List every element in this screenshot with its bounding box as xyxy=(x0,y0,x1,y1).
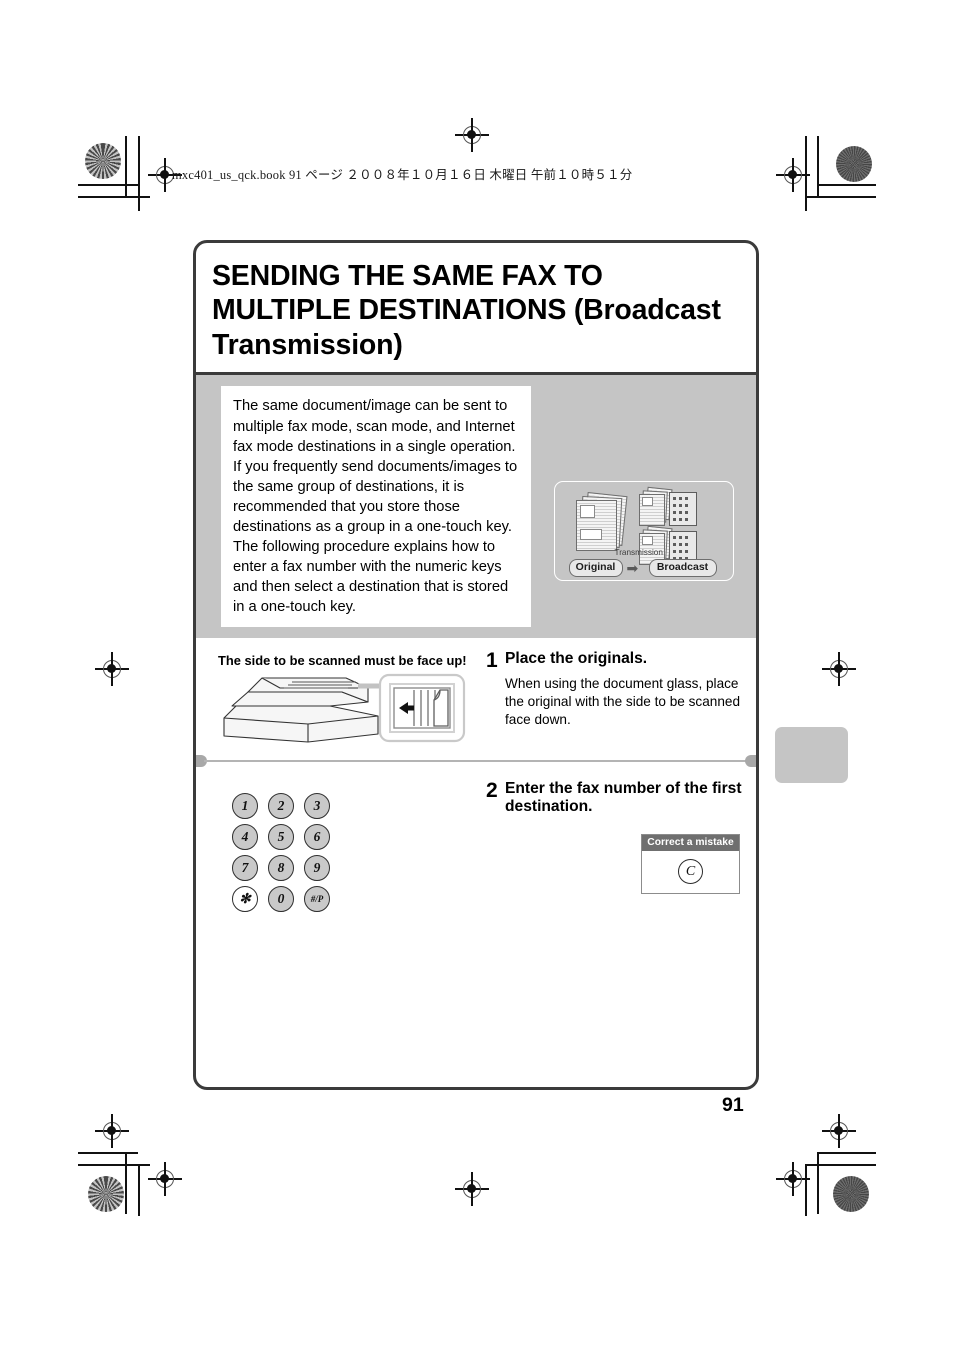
numeric-keypad[interactable]: 1 2 3 4 5 6 7 8 9 ✻ 0 #/P xyxy=(232,793,482,913)
keypad-key-4[interactable]: 4 xyxy=(232,824,258,851)
crop-line xyxy=(78,1152,138,1154)
step-1-body: When using the document glass, place the… xyxy=(505,675,741,727)
correct-a-mistake-header: Correct a mistake xyxy=(642,834,739,851)
keypad-key-9[interactable]: 9 xyxy=(304,855,330,882)
keypad-key-asterisk[interactable]: ✻ xyxy=(232,886,258,913)
page-title-block: SENDING THE SAME FAX TO MULTIPLE DESTINA… xyxy=(196,243,756,376)
separator-nub-right xyxy=(745,755,756,768)
step-1-text-column: 1 Place the originals. When using the do… xyxy=(482,649,742,749)
page-title: SENDING THE SAME FAX TO MULTIPLE DESTINA… xyxy=(212,260,721,361)
crop-line xyxy=(125,1152,127,1214)
side-thumb-tab xyxy=(775,727,848,783)
crop-line xyxy=(138,136,140,211)
crop-line xyxy=(817,1152,819,1214)
crop-line xyxy=(138,1164,140,1216)
halftone-dot-bottom-right xyxy=(833,1176,869,1212)
registration-crosshair-bottom-left xyxy=(95,1114,129,1148)
scanner-adf-icon xyxy=(223,674,466,743)
book-file-header: mxc401_us_qck.book 91 ページ ２００８年１０月１６日 木曜… xyxy=(172,168,633,182)
crop-line xyxy=(125,136,127,198)
crop-line xyxy=(806,1164,876,1166)
clear-key-icon[interactable]: C xyxy=(678,859,703,885)
keypad-key-5[interactable]: 5 xyxy=(268,824,294,851)
keypad-key-3[interactable]: 3 xyxy=(304,793,330,820)
halftone-dot-top-right xyxy=(836,146,872,182)
keypad-key-8[interactable]: 8 xyxy=(268,855,294,882)
transmission-caption: Transmission xyxy=(614,547,663,557)
destination-building-icon xyxy=(668,491,697,526)
crop-line xyxy=(817,136,819,198)
step-1-number: 1 xyxy=(486,649,498,673)
separator-line xyxy=(204,760,748,762)
registration-crosshair-bottom-left-inner xyxy=(148,1162,182,1196)
registration-crosshair-left-mid xyxy=(95,652,129,686)
crop-line xyxy=(818,1152,876,1154)
steps-container: The side to be scanned must be face up! xyxy=(196,638,756,922)
step-2-row: 1 2 3 4 5 6 7 8 9 ✻ 0 #/P 2 Enter the fa… xyxy=(196,762,756,922)
keypad-key-1[interactable]: 1 xyxy=(232,793,258,820)
broadcast-label: Broadcast xyxy=(648,558,717,577)
face-up-note: The side to be scanned must be face up! xyxy=(218,653,467,669)
step-separator xyxy=(196,755,756,768)
correct-a-mistake-callout: Correct a mistake C xyxy=(641,833,740,894)
step-1-title: Place the originals. xyxy=(505,650,648,668)
arrow-right-icon: ➡ xyxy=(626,559,639,576)
intro-section: The same document/image can be sent to m… xyxy=(196,375,756,639)
halftone-dot-bottom-left xyxy=(88,1176,124,1212)
step-1-row: The side to be scanned must be face up! xyxy=(196,638,756,759)
keypad-key-hash-p[interactable]: #/P xyxy=(304,886,330,913)
scanner-illustration xyxy=(218,672,482,749)
step-2-title: Enter the fax number of the first destin… xyxy=(505,780,742,816)
keypad-key-6[interactable]: 6 xyxy=(304,824,330,851)
page-number: 91 xyxy=(722,1094,744,1116)
intro-illustration-wrap: Transmission Original ➡ Broadcast xyxy=(531,386,756,627)
halftone-dot-top-left xyxy=(85,143,121,179)
step-1-illustration-column: The side to be scanned must be face up! xyxy=(214,650,482,749)
crop-line xyxy=(818,184,876,186)
keypad-key-2[interactable]: 2 xyxy=(268,793,294,820)
crop-line xyxy=(78,196,150,198)
correct-a-mistake-body: C xyxy=(642,850,739,893)
crop-line xyxy=(805,1164,807,1216)
registration-crosshair-bottom-center xyxy=(455,1172,489,1206)
broadcast-illustration: Transmission Original ➡ Broadcast xyxy=(553,480,734,581)
intro-paragraph: The same document/image can be sent to m… xyxy=(221,386,531,628)
step-2-illustration-column: 1 2 3 4 5 6 7 8 9 ✻ 0 #/P xyxy=(214,780,482,913)
keypad-key-7[interactable]: 7 xyxy=(232,855,258,882)
registration-crosshair-top-center xyxy=(455,118,489,152)
crop-line xyxy=(806,196,876,198)
crop-line xyxy=(78,184,138,186)
page-content-frame: SENDING THE SAME FAX TO MULTIPLE DESTINA… xyxy=(193,240,759,1090)
crop-line xyxy=(805,136,807,211)
registration-crosshair-top-right xyxy=(776,158,810,192)
step-2-number: 2 xyxy=(486,779,498,803)
registration-crosshair-bottom-right-inner xyxy=(776,1162,810,1196)
step-1-heading: 1 Place the originals. xyxy=(486,649,742,673)
step-2-heading: 2 Enter the fax number of the first dest… xyxy=(486,779,742,816)
step-2-text-column: 2 Enter the fax number of the first dest… xyxy=(482,779,742,912)
crop-line xyxy=(78,1164,150,1166)
registration-crosshair-bottom-right xyxy=(822,1114,856,1148)
original-label: Original xyxy=(568,558,623,577)
keypad-key-0[interactable]: 0 xyxy=(268,886,294,913)
registration-crosshair-right-mid xyxy=(822,652,856,686)
